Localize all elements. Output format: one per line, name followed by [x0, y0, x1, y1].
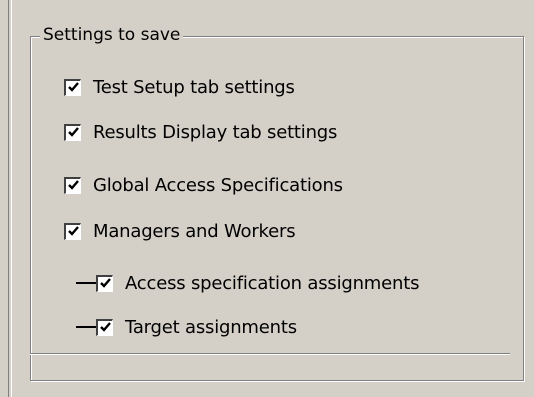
- panel-left-edge: [8, 0, 12, 397]
- checkbox-target-assignments[interactable]: [96, 318, 113, 336]
- checkbox-results-display[interactable]: [64, 123, 81, 141]
- option-results-display[interactable]: Results Display tab settings: [64, 119, 337, 145]
- tree-connector: [76, 282, 96, 284]
- option-managers-workers[interactable]: Managers and Workers: [64, 218, 296, 244]
- groupbox-bottom-edge: [30, 353, 510, 355]
- checkmark-icon: [67, 226, 79, 236]
- checkmark-icon: [67, 127, 79, 137]
- checkmark-icon: [99, 278, 111, 288]
- suboption-access-spec-assignments[interactable]: Access specification assignments: [76, 270, 419, 296]
- option-label: Access specification assignments: [125, 272, 420, 294]
- checkbox-test-setup[interactable]: [64, 78, 81, 96]
- checkmark-icon: [67, 82, 79, 92]
- suboption-target-assignments[interactable]: Target assignments: [76, 314, 297, 340]
- checkmark-icon: [67, 180, 79, 190]
- checkbox-managers-workers[interactable]: [64, 222, 81, 240]
- groupbox-title: Settings to save: [40, 22, 184, 48]
- option-label: Managers and Workers: [93, 220, 296, 242]
- tree-connector: [76, 326, 96, 328]
- checkbox-access-spec-assignments[interactable]: [96, 274, 113, 292]
- option-label: Target assignments: [125, 316, 297, 338]
- option-label: Results Display tab settings: [93, 121, 338, 143]
- option-test-setup[interactable]: Test Setup tab settings: [64, 74, 295, 100]
- checkbox-global-access-specs[interactable]: [64, 176, 81, 194]
- option-label: Global Access Specifications: [93, 174, 343, 196]
- option-global-access-specs[interactable]: Global Access Specifications: [64, 172, 343, 198]
- option-label: Test Setup tab settings: [93, 76, 295, 98]
- checkmark-icon: [99, 322, 111, 332]
- save-settings-panel: Settings to save Test Setup tab settings…: [0, 0, 534, 397]
